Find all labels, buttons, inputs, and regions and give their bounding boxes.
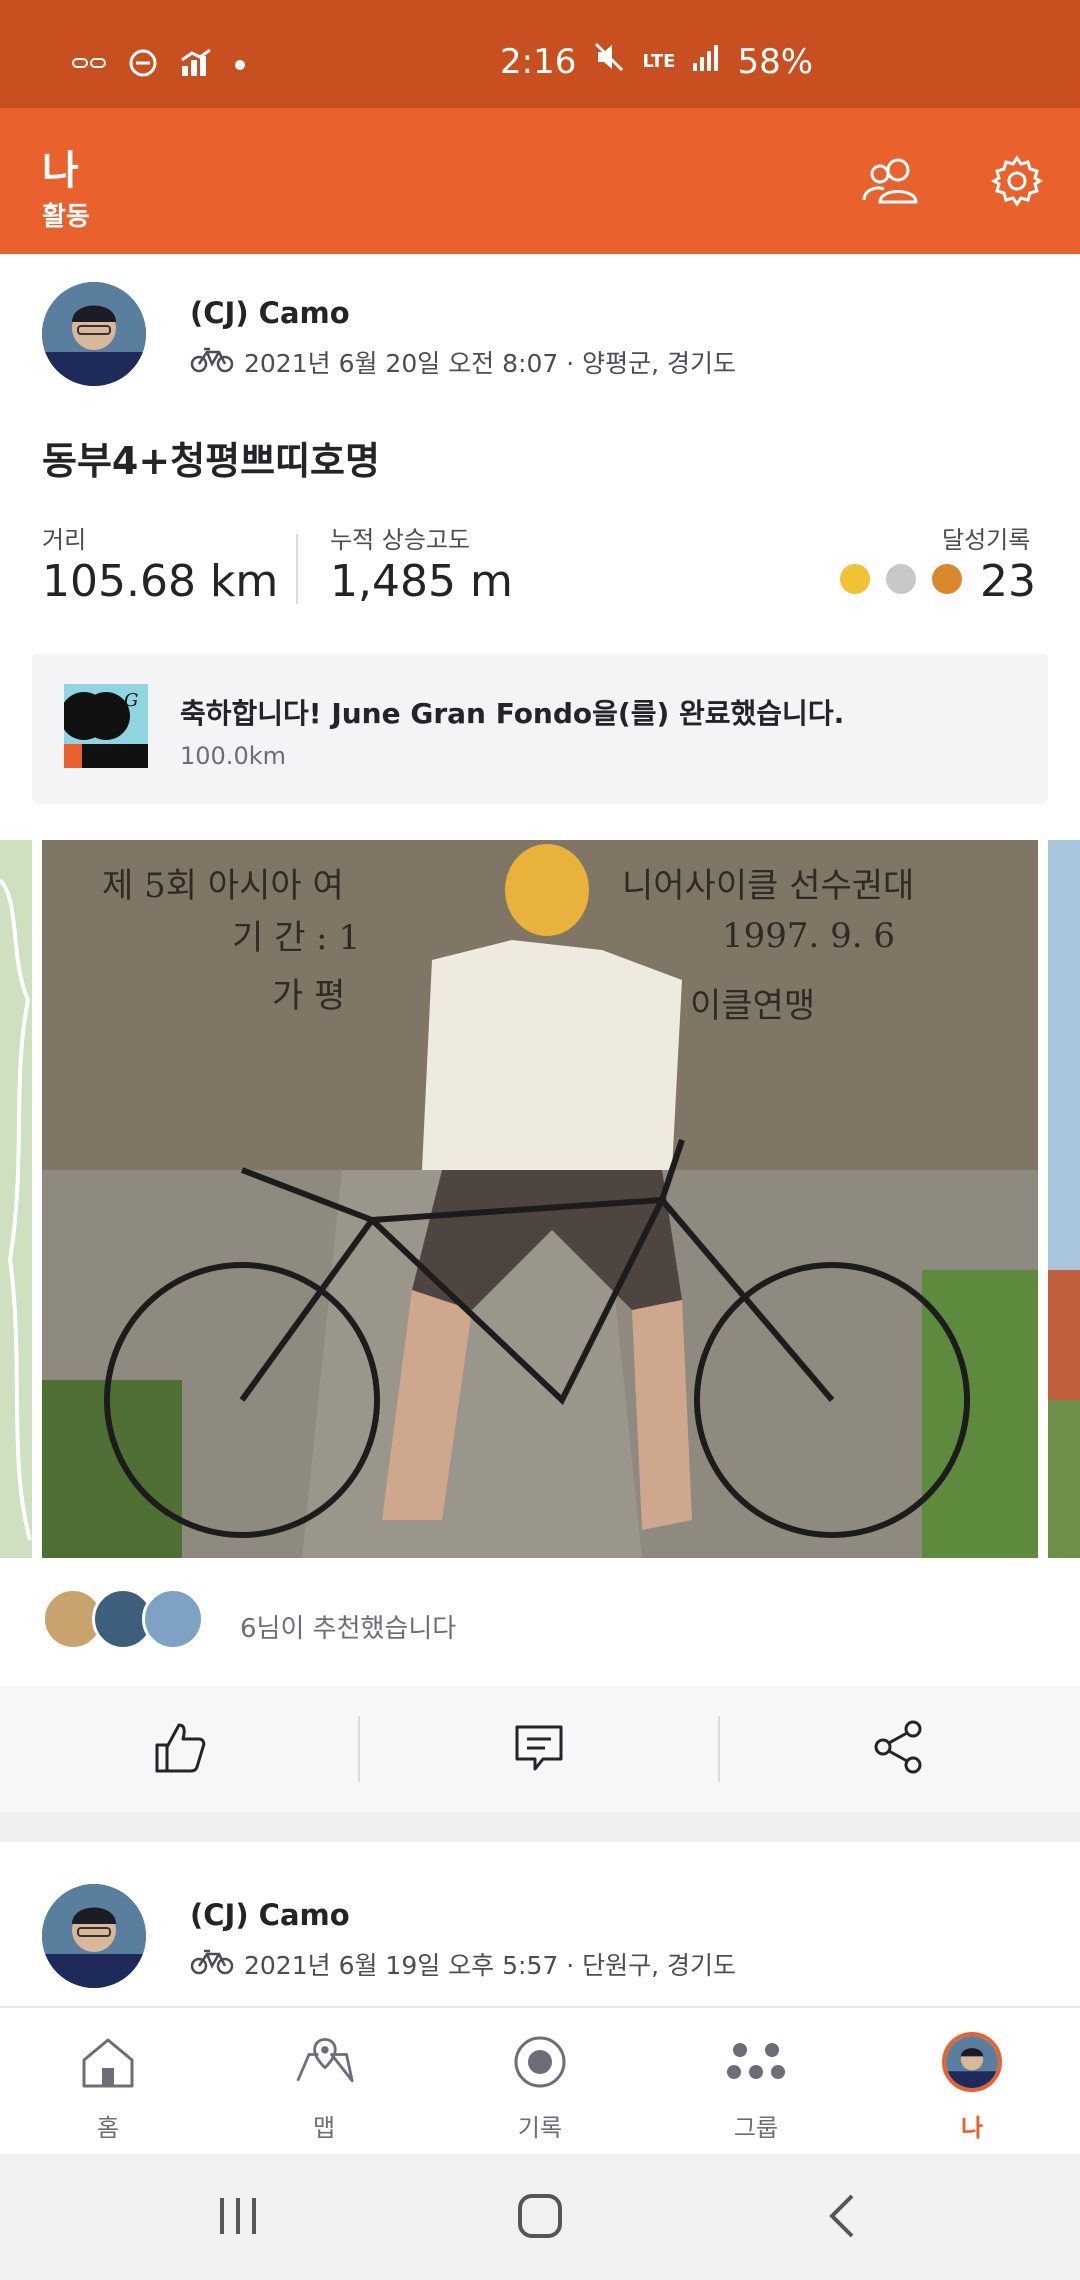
elevation-value: 1,485 m <box>330 556 513 607</box>
achievements-label: 달성기록 <box>942 526 1031 554</box>
gold-medal-icon <box>840 564 870 594</box>
achievement-subtitle: 100.0km <box>180 742 286 770</box>
link-icon <box>72 55 106 75</box>
kudos-count[interactable]: 6님이 추천했습니다 <box>240 1608 456 1645</box>
next-photo-thumbnail[interactable] <box>1048 840 1080 1558</box>
status-left-icons <box>72 48 246 82</box>
nav-maps[interactable]: 맵 <box>216 2008 432 2156</box>
athlete-avatar[interactable] <box>42 282 146 386</box>
gran-fondo-badge-icon: G <box>64 684 148 768</box>
nav-you[interactable]: 나 <box>864 2008 1080 2156</box>
nav-record-label: 기록 <box>517 2114 563 2142</box>
bottom-navigation: 홈 맵 기록 그룹 나 <box>0 2006 1080 2154</box>
groups-icon <box>726 2032 786 2092</box>
photo-inscription-line1: 제 5회 아시아 여 <box>102 866 344 906</box>
page-title: 나 <box>42 148 79 194</box>
share-icon <box>871 1719 927 1779</box>
stat-divider <box>296 534 298 604</box>
signal-icon <box>691 42 721 82</box>
achievements-count: 23 <box>980 556 1036 607</box>
distance-label: 거리 <box>42 526 87 554</box>
back-chevron-icon <box>824 2194 860 2244</box>
activity-date-location: 2021년 6월 20일 오전 8:07 · 양평군, 경기도 <box>244 349 737 378</box>
system-navigation-bar <box>0 2154 1080 2280</box>
photo-inscription-line2: 기 간 : 1 <box>232 918 361 958</box>
bike-icon <box>190 1947 234 1981</box>
svg-text:G: G <box>124 690 138 711</box>
nav-groups-label: 그룹 <box>733 2114 779 2142</box>
achievement-banner[interactable]: G 축하합니다! June Gran Fondo을(를) 완료했습니다. 100… <box>32 654 1048 804</box>
achievement-title: 축하합니다! June Gran Fondo을(를) 완료했습니다. <box>180 697 845 730</box>
photo-inscription-line1b: 니어사이클 선수권대 <box>622 866 915 906</box>
battery-level: 58% <box>737 41 814 82</box>
network-type: LTE <box>642 51 676 72</box>
home-button[interactable] <box>516 2192 564 2244</box>
home-icon <box>78 2032 138 2092</box>
bike-icon <box>190 345 234 379</box>
bronze-medal-icon <box>932 564 962 594</box>
recent-apps-icon <box>214 2198 262 2242</box>
stats-icon <box>180 48 212 82</box>
page-subtitle: 활동 <box>42 202 90 232</box>
settings-button[interactable] <box>982 148 1052 218</box>
distance-value: 105.68 km <box>42 556 279 607</box>
silver-medal-icon <box>886 564 916 594</box>
nav-maps-label: 맵 <box>312 2114 336 2142</box>
nav-home-label: 홈 <box>96 2114 120 2142</box>
home-square-icon <box>516 2194 564 2244</box>
athlete-name[interactable]: (CJ) Camo <box>190 1898 350 1932</box>
feed-divider <box>0 1812 1080 1842</box>
kudos-avatars[interactable] <box>42 1588 204 1650</box>
thumbs-up-icon <box>151 1719 207 1779</box>
comment-icon <box>513 1721 565 1777</box>
nav-home[interactable]: 홈 <box>0 2008 216 2156</box>
map-thumbnail[interactable] <box>0 840 32 1558</box>
profile-avatar <box>942 2032 1002 2092</box>
kudos-avatar <box>142 1588 204 1650</box>
back-button[interactable] <box>824 2192 860 2244</box>
activity-meta: 2021년 6월 19일 오후 5:57 · 단원구, 경기도 <box>190 1946 736 1982</box>
nav-groups[interactable]: 그룹 <box>648 2008 864 2156</box>
notification-dot-icon <box>234 56 246 75</box>
status-right: 2:16 LTE 58% <box>500 40 813 83</box>
recent-apps-button[interactable] <box>214 2194 262 2242</box>
activity-meta: 2021년 6월 20일 오전 8:07 · 양평군, 경기도 <box>190 344 736 380</box>
photo-inscription-line3b: 이클연맹 <box>690 986 816 1026</box>
activity-actions <box>0 1686 1080 1812</box>
elevation-label: 누적 상승고도 <box>330 526 471 554</box>
record-icon <box>510 2032 570 2092</box>
app-header: 나 활동 <box>0 108 1080 254</box>
map-icon <box>294 2032 354 2092</box>
activity-photo[interactable]: 제 5회 아시아 여 니어사이클 선수권대 기 간 : 1 1997. 9. 6… <box>42 840 1038 1558</box>
status-bar: 2:16 LTE 58% <box>0 0 1080 108</box>
find-friends-button[interactable] <box>856 148 926 218</box>
athlete-name[interactable]: (CJ) Camo <box>190 296 350 330</box>
nav-you-label: 나 <box>960 2114 984 2142</box>
photo-inscription-line2b: 1997. 9. 6 <box>722 916 896 956</box>
photo-inscription-line3: 가 평 <box>272 976 346 1016</box>
comment-button[interactable] <box>360 1686 718 1812</box>
gear-icon <box>990 154 1044 212</box>
status-time: 2:16 <box>500 41 577 82</box>
mute-icon <box>592 40 626 83</box>
people-icon <box>860 156 922 210</box>
kudos-button[interactable] <box>0 1686 358 1812</box>
athlete-avatar[interactable] <box>42 1884 146 1988</box>
activity-title[interactable]: 동부4+청평쁘띠호명 <box>42 430 380 485</box>
do-not-disturb-icon <box>128 48 158 82</box>
activity-date-location: 2021년 6월 19일 오후 5:57 · 단원구, 경기도 <box>244 1951 737 1980</box>
nav-record[interactable]: 기록 <box>432 2008 648 2156</box>
share-button[interactable] <box>720 1686 1078 1812</box>
